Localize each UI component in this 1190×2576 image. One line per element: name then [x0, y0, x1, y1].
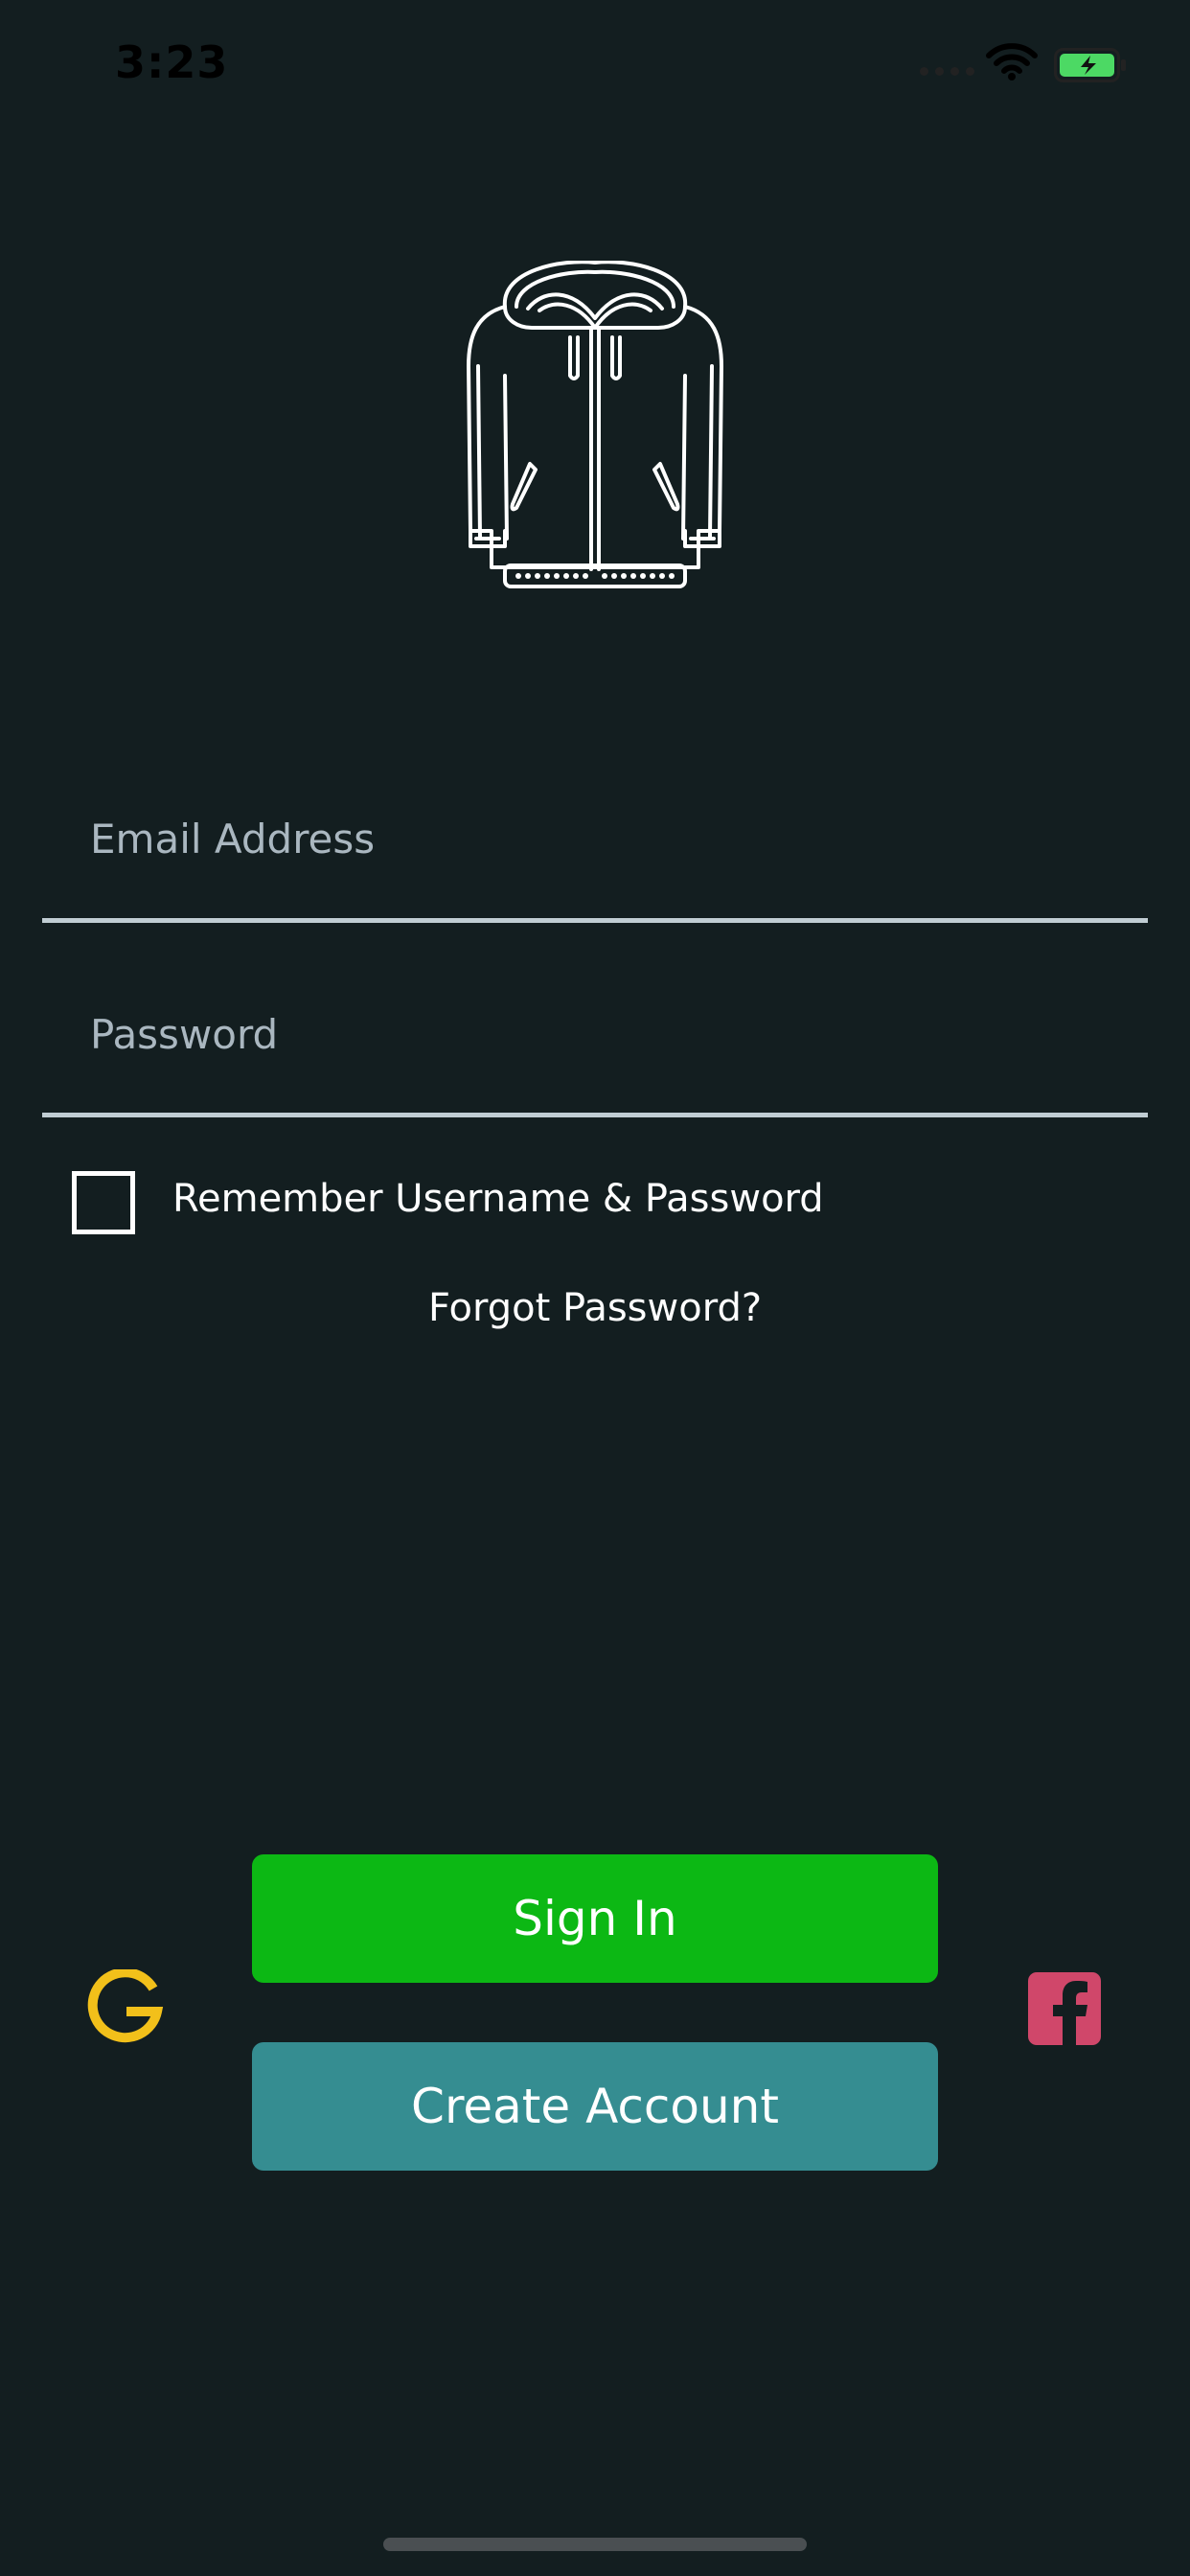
facebook-icon[interactable]: [1028, 1972, 1101, 2045]
remember-label[interactable]: Remember Username & Password: [172, 1177, 824, 1221]
password-field[interactable]: [42, 981, 1148, 1087]
create-account-button[interactable]: Create Account: [252, 2042, 938, 2171]
password-field-wrap: [42, 981, 1148, 1087]
signal-icon: [920, 67, 974, 76]
status-time: 3:23: [115, 36, 229, 88]
password-underline: [42, 1113, 1148, 1117]
email-field[interactable]: [42, 786, 1148, 891]
email-underline: [42, 918, 1148, 923]
google-icon[interactable]: [84, 1969, 165, 2050]
sign-in-button[interactable]: Sign In: [252, 1854, 938, 1983]
wifi-icon: [986, 43, 1038, 80]
home-indicator: [383, 2538, 807, 2551]
remember-checkbox[interactable]: [72, 1171, 135, 1234]
forgot-password-link[interactable]: Forgot Password?: [0, 1286, 1190, 1330]
hoodie-logo-icon: [467, 261, 723, 588]
battery-charging-icon: [1054, 48, 1126, 82]
email-field-wrap: [42, 786, 1148, 891]
